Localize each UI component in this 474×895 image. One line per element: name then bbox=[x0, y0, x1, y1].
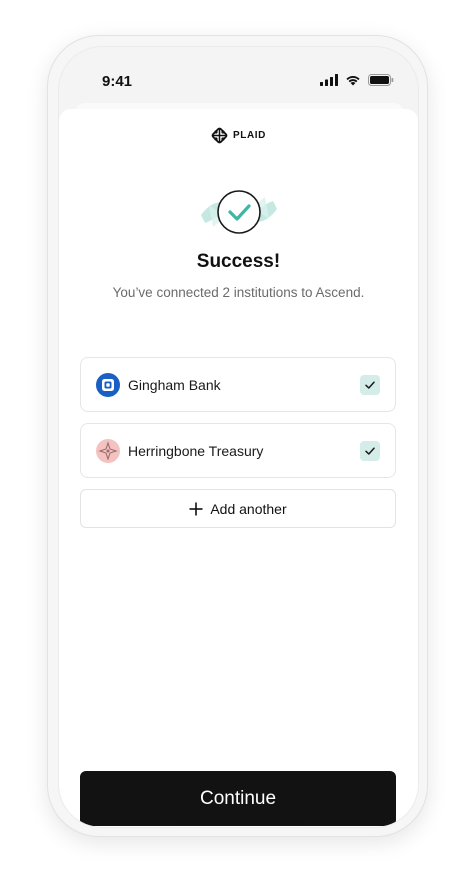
status-bar: 9:41 bbox=[59, 47, 418, 107]
plus-icon bbox=[189, 502, 203, 515]
success-title: Success! bbox=[196, 251, 281, 272]
status-time: 9:41 bbox=[102, 73, 133, 90]
gingham-bank-logo bbox=[96, 373, 120, 397]
continue-label: Continue bbox=[199, 787, 277, 809]
check-icon bbox=[365, 447, 375, 455]
phone-frame: 9:41 PLAID Success! You’ve connected 2 i… bbox=[47, 35, 428, 837]
institution-card[interactable]: Herringbone Treasury bbox=[80, 423, 396, 478]
signal-icon bbox=[320, 74, 338, 86]
brand-name: PLAID bbox=[233, 130, 266, 141]
home-indicator bbox=[175, 820, 305, 825]
check-icon bbox=[365, 381, 375, 389]
success-subtitle: You’ve connected 2 institutions to Ascen… bbox=[112, 285, 365, 300]
institution-checkbox[interactable] bbox=[360, 375, 380, 395]
screen: 9:41 PLAID Success! You’ve connected 2 i… bbox=[58, 46, 419, 828]
continue-button[interactable]: Continue bbox=[80, 771, 396, 826]
modal-sheet: PLAID Success! You’ve connected 2 instit… bbox=[59, 109, 418, 827]
institution-name: Gingham Bank bbox=[128, 377, 221, 393]
institution-card[interactable]: Gingham Bank bbox=[80, 357, 396, 412]
add-another-button[interactable]: Add another bbox=[80, 489, 396, 528]
checkmark-icon bbox=[201, 190, 277, 234]
brand-header: PLAID bbox=[59, 127, 418, 144]
battery-icon bbox=[368, 74, 394, 86]
plaid-logo-icon bbox=[211, 127, 228, 144]
institution-checkbox[interactable] bbox=[360, 441, 380, 461]
add-another-label: Add another bbox=[210, 500, 287, 517]
status-icons bbox=[320, 74, 394, 86]
herringbone-treasury-logo bbox=[96, 439, 120, 463]
institution-name: Herringbone Treasury bbox=[128, 443, 264, 459]
wifi-icon bbox=[346, 76, 360, 86]
